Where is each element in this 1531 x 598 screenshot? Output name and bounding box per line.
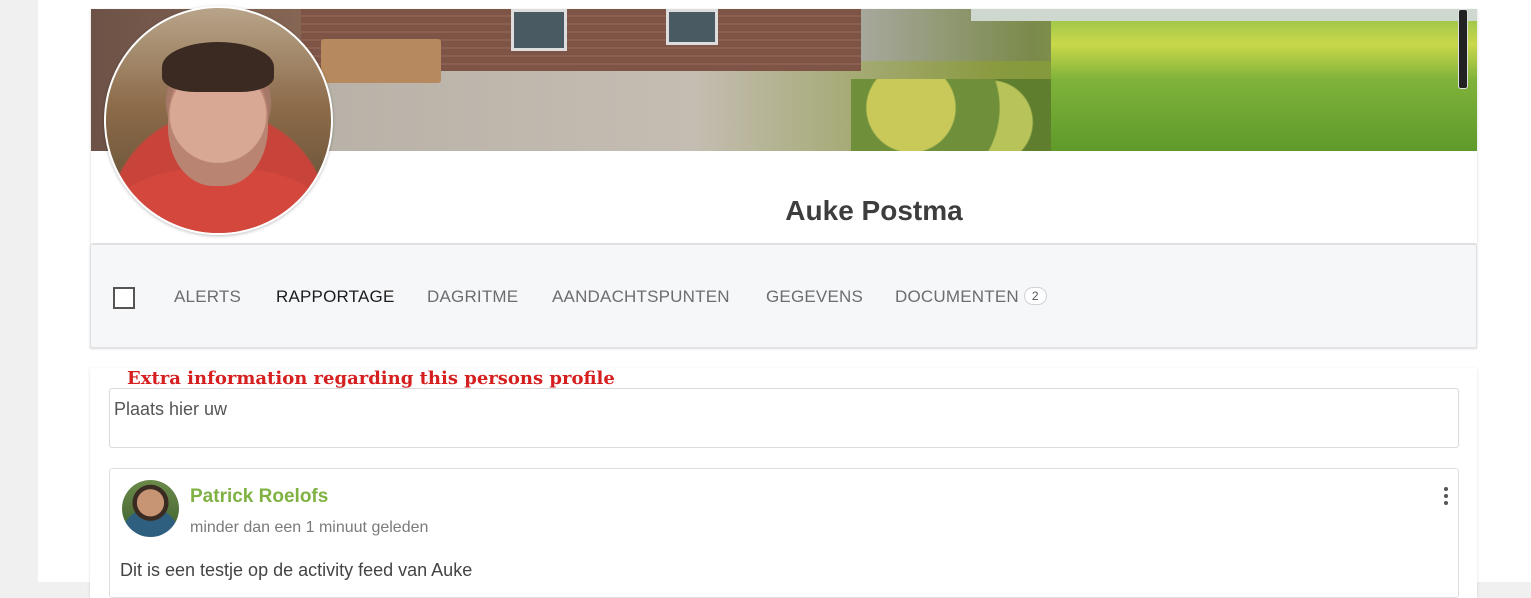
post-timestamp: minder dan een 1 minuut geleden <box>190 519 429 536</box>
tab-alerts[interactable]: ALERTS <box>174 287 241 307</box>
post-body: Dit is een testje op de activity feed va… <box>120 560 473 580</box>
tabs-bar: ALERTS RAPPORTAGE DAGRITME AANDACHTSPUNT… <box>90 244 1477 348</box>
select-checkbox[interactable] <box>113 287 135 309</box>
post-author-name[interactable]: Patrick Roelofs <box>190 486 328 508</box>
annotation-text: Extra information regarding this persons… <box>127 368 615 389</box>
tab-aandachtspunten[interactable]: AANDACHTSPUNTEN <box>552 287 730 307</box>
tab-rapportage[interactable]: RAPPORTAGE <box>276 287 395 307</box>
documents-count-badge: 2 <box>1023 287 1047 305</box>
activity-feed-card: Extra information regarding this persons… <box>90 368 1477 598</box>
tab-gegevens[interactable]: GEGEVENS <box>766 287 863 307</box>
note-input-overflow: ... <box>114 422 130 436</box>
feed-post: Patrick Roelofs minder dan een 1 minuut … <box>109 468 1459 598</box>
profile-avatar[interactable] <box>104 6 333 235</box>
more-options-icon[interactable] <box>1440 487 1452 505</box>
note-input-text: Plaats hier uw <box>114 399 228 419</box>
note-input[interactable]: Plaats hier uw ... <box>109 388 1459 448</box>
tab-dagritme[interactable]: DAGRITME <box>427 287 518 307</box>
tab-documenten[interactable]: DOCUMENTEN 2 <box>895 287 1047 307</box>
post-author-avatar[interactable] <box>122 480 179 537</box>
